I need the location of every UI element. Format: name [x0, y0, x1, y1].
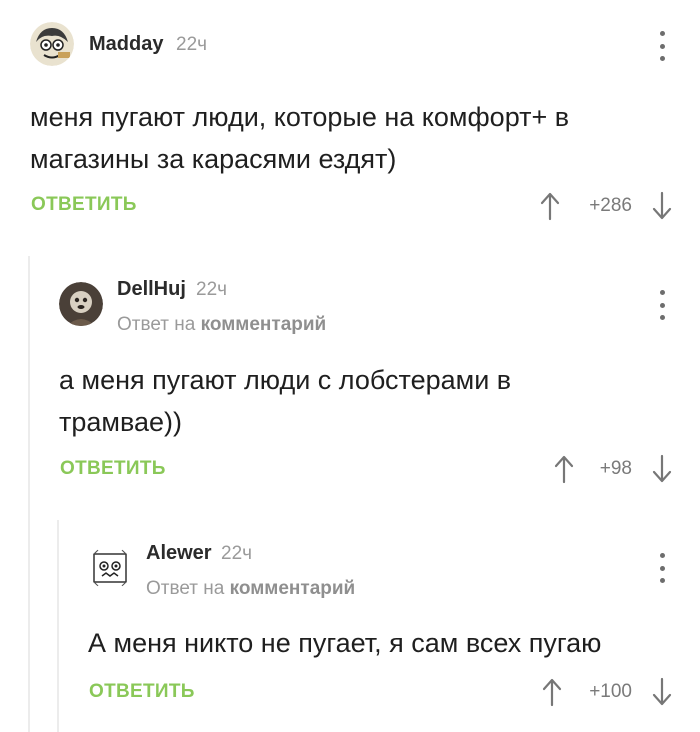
comment-menu-button[interactable]	[656, 290, 668, 320]
avatar[interactable]	[88, 546, 132, 590]
avatar-image	[59, 282, 103, 326]
reply-button[interactable]: ОТВЕТИТЬ	[89, 681, 195, 703]
comment-menu-button[interactable]	[656, 553, 668, 583]
reply-to-info: Ответ на комментарий	[146, 578, 355, 600]
avatar[interactable]	[59, 282, 103, 326]
arrow-down-icon[interactable]	[652, 191, 672, 221]
kebab-menu-icon	[659, 290, 665, 295]
thread-line-level-2	[57, 520, 59, 732]
comment-text: меня пугают люди, которые на комфорт+ в …	[30, 102, 570, 174]
arrow-up-icon[interactable]	[540, 191, 560, 221]
avatar[interactable]	[30, 22, 74, 66]
vote-score: +100	[589, 681, 632, 702]
reply-button[interactable]: ОТВЕТИТЬ	[60, 458, 166, 480]
arrow-down-icon[interactable]	[652, 454, 672, 484]
reply-button[interactable]: ОТВЕТИТЬ	[31, 194, 137, 216]
vote-controls: +100	[538, 677, 680, 707]
vote-score: +286	[589, 195, 632, 216]
comment-author[interactable]: DellHuj	[117, 278, 186, 301]
arrow-up-icon[interactable]	[542, 677, 562, 707]
vote-controls: +286	[540, 191, 680, 221]
reply-to-prefix: Ответ на	[117, 314, 196, 335]
reply-to-link[interactable]: комментарий	[230, 578, 356, 599]
thread-line-level-1	[28, 256, 30, 732]
vote-score: +98	[599, 458, 632, 479]
kebab-menu-icon	[659, 31, 665, 36]
comment-menu-button[interactable]	[656, 31, 668, 61]
comment-time: 22ч	[221, 543, 253, 564]
comment-author[interactable]: Madday	[89, 33, 163, 56]
reply-to-prefix: Ответ на	[146, 578, 225, 599]
avatar-image	[30, 22, 74, 66]
comment-text: а меня пугают люди с лобстерами в трамва…	[59, 365, 512, 437]
comment-author[interactable]: Alewer	[146, 542, 212, 565]
arrow-up-icon[interactable]	[554, 454, 574, 484]
comment-time: 22ч	[196, 279, 228, 300]
comment-time: 22ч	[176, 34, 208, 55]
kebab-menu-icon	[659, 553, 665, 558]
vote-controls: +98	[550, 454, 680, 484]
reply-to-link[interactable]: комментарий	[201, 314, 327, 335]
comment-text: А меня никто не пугает, я сам всех пугаю	[88, 628, 602, 658]
avatar-image	[88, 546, 132, 590]
arrow-down-icon[interactable]	[652, 677, 672, 707]
reply-to-info: Ответ на комментарий	[117, 314, 326, 336]
